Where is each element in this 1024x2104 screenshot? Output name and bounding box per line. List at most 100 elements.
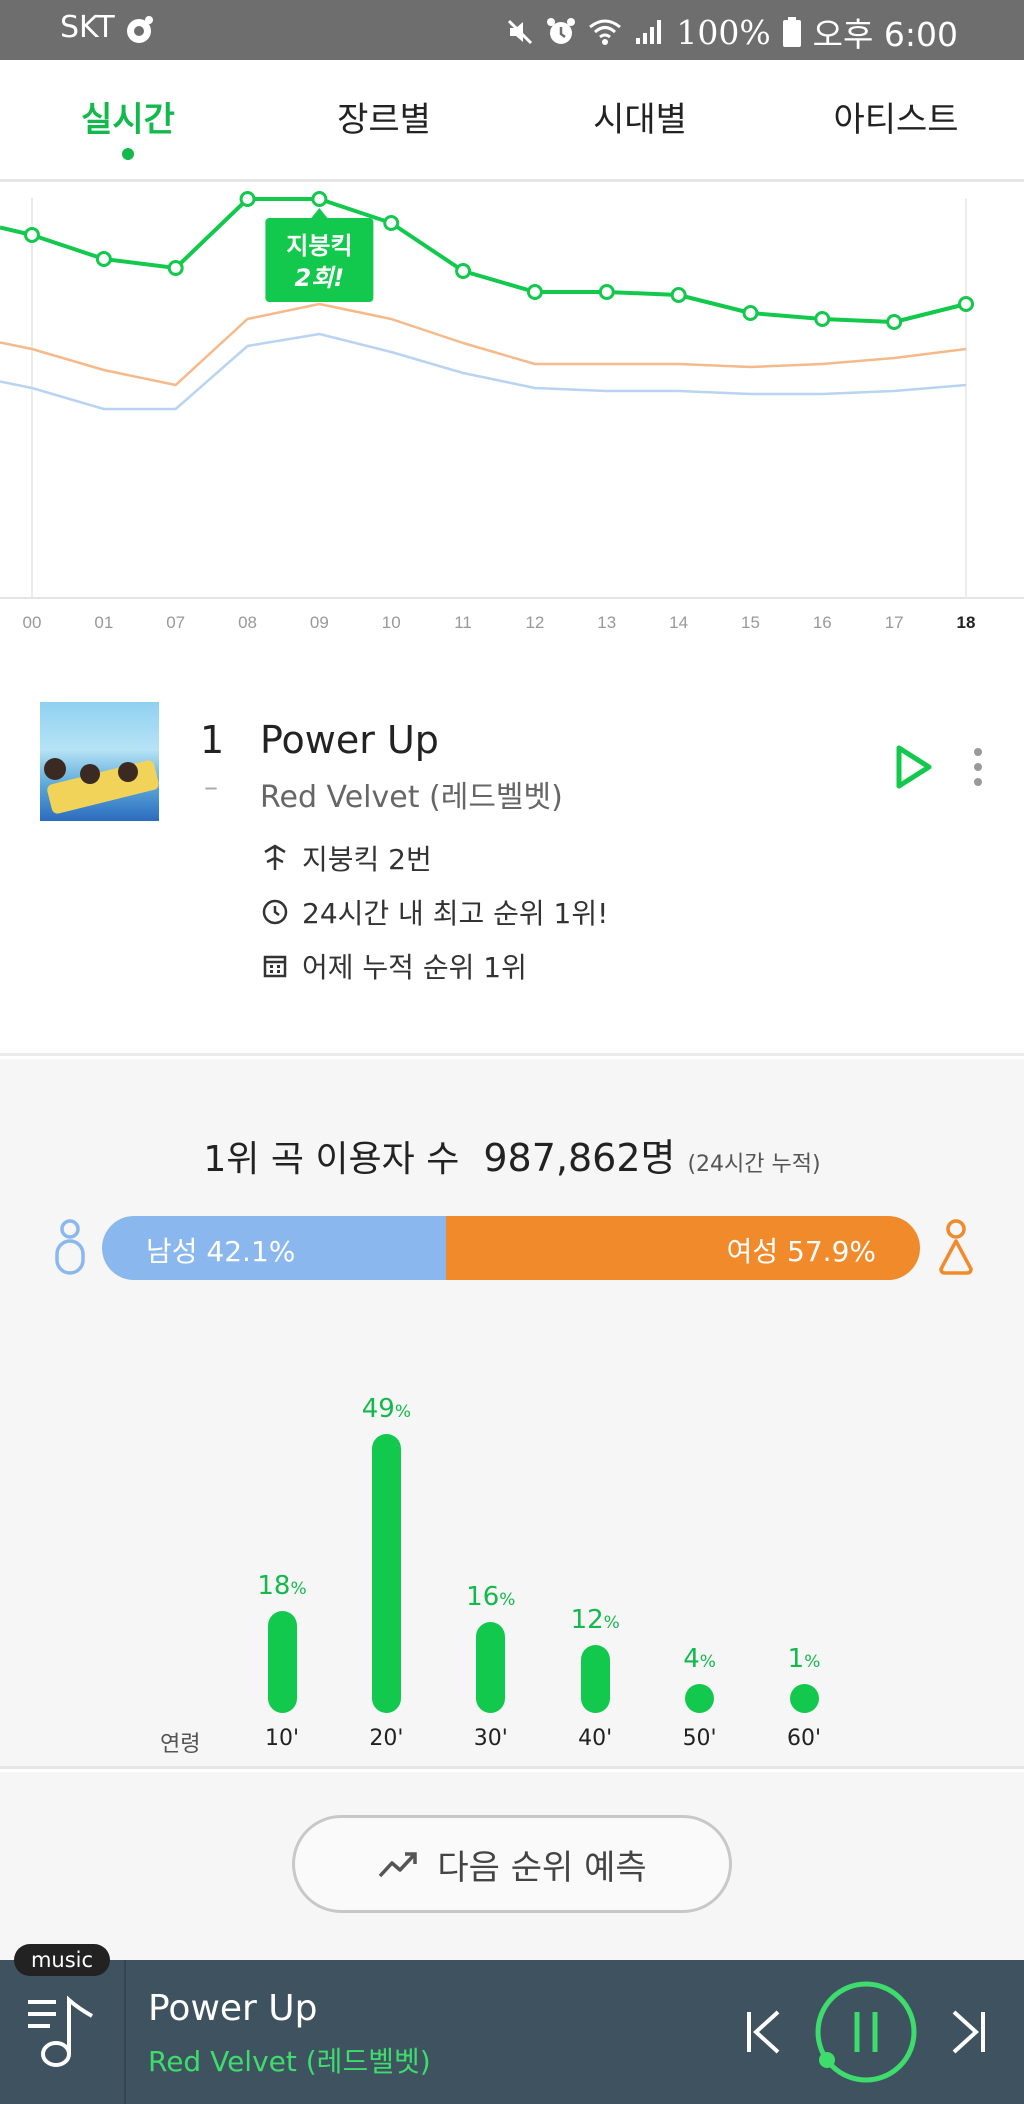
rank-change: – bbox=[204, 770, 218, 803]
data-point-17 bbox=[886, 314, 903, 330]
tab-artist[interactable]: 아티스트 bbox=[786, 92, 1006, 141]
x-tick-13: 13 bbox=[597, 613, 616, 632]
info-roof-kick-text: 지붕킥 2번 bbox=[302, 843, 432, 876]
next-track-icon[interactable] bbox=[948, 2008, 988, 2056]
previous-track-icon[interactable] bbox=[744, 2008, 784, 2056]
age-percent-40: 12% bbox=[570, 1604, 620, 1635]
battery-percent: 100% bbox=[676, 12, 771, 52]
trend-up-icon bbox=[379, 1852, 418, 1878]
age-percent-60: 1% bbox=[787, 1644, 821, 1674]
female-ratio-label: 여성 57.9% bbox=[726, 1235, 876, 1268]
rank-trend-chart: 지붕킥 2회! 00 01 07 08 09 10 11 12 13 14 15 16 17 18 bbox=[0, 182, 1024, 652]
top-song-card: 1 – Power Up Red Velvet (레드벨벳) 지붕킥 2번 24… bbox=[0, 652, 1024, 1056]
x-tick-17: 17 bbox=[885, 613, 904, 632]
age-label-40: 40' bbox=[578, 1726, 613, 1751]
wifi-icon bbox=[589, 19, 622, 45]
data-point-10 bbox=[383, 215, 400, 231]
carrier-label: SKT bbox=[60, 10, 115, 45]
age-percent-10: 18% bbox=[257, 1570, 307, 1601]
x-tick-01: 01 bbox=[94, 613, 113, 632]
predict-button-label: 다음 순위 예측 bbox=[437, 1847, 647, 1888]
data-point-12 bbox=[526, 284, 543, 300]
data-point-15 bbox=[742, 305, 759, 321]
data-point-13 bbox=[598, 284, 615, 300]
male-icon bbox=[55, 1219, 85, 1275]
tab-realtime[interactable]: 실시간 bbox=[18, 92, 238, 141]
info-cumulative-rank: 어제 누적 순위 1위 bbox=[262, 946, 527, 986]
x-tick-15: 15 bbox=[741, 613, 760, 632]
mini-player[interactable]: Power Up Red Velvet (레드벨벳) bbox=[0, 1960, 1024, 2104]
predict-next-rank-button[interactable]: 다음 순위 예측 bbox=[292, 1815, 732, 1913]
player-song-title[interactable]: Power Up bbox=[148, 1988, 318, 2029]
rank-trend-svg: 지붕킥 2회! 00 01 07 08 09 10 11 12 13 14 15 16 17 18 bbox=[0, 191, 1024, 632]
calendar-icon bbox=[263, 955, 287, 978]
player-separator bbox=[124, 1960, 126, 2104]
roof-kick-bubble-line1: 지붕킥 bbox=[286, 232, 352, 260]
player-artist[interactable]: Red Velvet (레드벨벳) bbox=[148, 2040, 431, 2080]
rank-number: 1 bbox=[200, 718, 225, 762]
age-bar-10 bbox=[267, 1610, 297, 1713]
listener-count-line: 1위 곡 이용자 수 987,862명 (24시간 누적) bbox=[0, 1127, 1024, 1182]
listener-count-note: (24시간 누적) bbox=[687, 1152, 821, 1177]
album-cover[interactable] bbox=[40, 702, 159, 821]
age-bar-20 bbox=[371, 1434, 401, 1713]
alarm-icon bbox=[547, 18, 576, 44]
age-bar-30 bbox=[476, 1621, 506, 1713]
gender-ratio-bar: 남성 42.1% 여성 57.9% bbox=[102, 1216, 920, 1280]
age-label-10: 10' bbox=[264, 1726, 300, 1751]
x-tick-00: 00 bbox=[23, 613, 42, 632]
data-point-01 bbox=[95, 251, 112, 267]
pause-icon[interactable] bbox=[814, 1980, 918, 2084]
song-artist[interactable]: Red Velvet (레드벨벳) bbox=[260, 772, 563, 816]
info-roof-kick: 지붕킥 2번 bbox=[262, 838, 432, 878]
signal-icon bbox=[636, 20, 662, 44]
chart-tabs: 실시간 장르별 시대별 아티스트 bbox=[0, 60, 1024, 182]
male-ratio-label: 남성 42.1% bbox=[146, 1235, 296, 1268]
male-segment: 남성 42.1% bbox=[102, 1216, 447, 1280]
tab-genre[interactable]: 장르별 bbox=[274, 92, 494, 141]
clock-time: 오후 6:00 bbox=[812, 15, 958, 54]
data-point-07 bbox=[167, 260, 184, 276]
x-tick-18: 18 bbox=[957, 613, 976, 632]
female-icon bbox=[939, 1219, 973, 1275]
clock-icon bbox=[262, 899, 288, 925]
playlist-icon[interactable] bbox=[26, 1994, 102, 2070]
age-percent-20: 49% bbox=[361, 1394, 412, 1424]
more-options-icon[interactable] bbox=[968, 744, 988, 790]
info-best-rank-text: 24시간 내 최고 순위 1위! bbox=[302, 897, 609, 930]
age-percent-30: 16% bbox=[466, 1581, 516, 1612]
data-point-09 bbox=[311, 191, 328, 207]
age-bar-40 bbox=[580, 1644, 610, 1713]
status-bar: SKT 100% 오후 6:00 bbox=[0, 0, 1024, 60]
song-title[interactable]: Power Up bbox=[260, 718, 439, 762]
data-point-00 bbox=[24, 227, 40, 243]
age-distribution-chart: 연령 18% 10' 49% 20' 16% 30' 12% 40' 4% 50' 1% 60' bbox=[0, 1329, 1024, 1769]
female-segment: 여성 57.9% bbox=[446, 1216, 920, 1280]
data-point-11 bbox=[455, 263, 472, 279]
listener-count-label: 1위 곡 이용자 수 bbox=[203, 1139, 460, 1180]
x-tick-12: 12 bbox=[525, 613, 544, 632]
data-point-18 bbox=[958, 296, 974, 312]
age-percent-50: 4% bbox=[683, 1644, 716, 1674]
mute-icon bbox=[508, 19, 533, 45]
age-label-60: 60' bbox=[786, 1726, 822, 1751]
battery-icon bbox=[782, 17, 801, 47]
age-bar-60 bbox=[789, 1684, 819, 1713]
listener-stats: 1위 곡 이용자 수 987,862명 (24시간 누적) 남성 42.1% 여성 … bbox=[0, 1059, 1024, 1769]
series-line-2 bbox=[0, 332, 967, 411]
data-point-08 bbox=[239, 191, 256, 207]
x-tick-07: 07 bbox=[166, 613, 185, 632]
tab-era[interactable]: 시대별 bbox=[530, 92, 750, 141]
play-icon[interactable] bbox=[894, 744, 934, 790]
listener-count-value: 987,862명 bbox=[483, 1136, 676, 1180]
roof-kick-bubble-line2: 2회! bbox=[295, 264, 345, 292]
music-badge: music bbox=[14, 1944, 110, 1976]
x-tick-14: 14 bbox=[669, 613, 688, 632]
x-tick-09: 09 bbox=[310, 613, 329, 632]
x-tick-10: 10 bbox=[382, 613, 401, 632]
x-tick-11: 11 bbox=[454, 613, 472, 632]
age-axis-label: 연령 bbox=[160, 1732, 201, 1757]
active-tab-indicator bbox=[122, 148, 134, 160]
info-cumulative-rank-text: 어제 누적 순위 1위 bbox=[302, 951, 527, 984]
roof-kick-bubble-pointer bbox=[311, 208, 328, 218]
